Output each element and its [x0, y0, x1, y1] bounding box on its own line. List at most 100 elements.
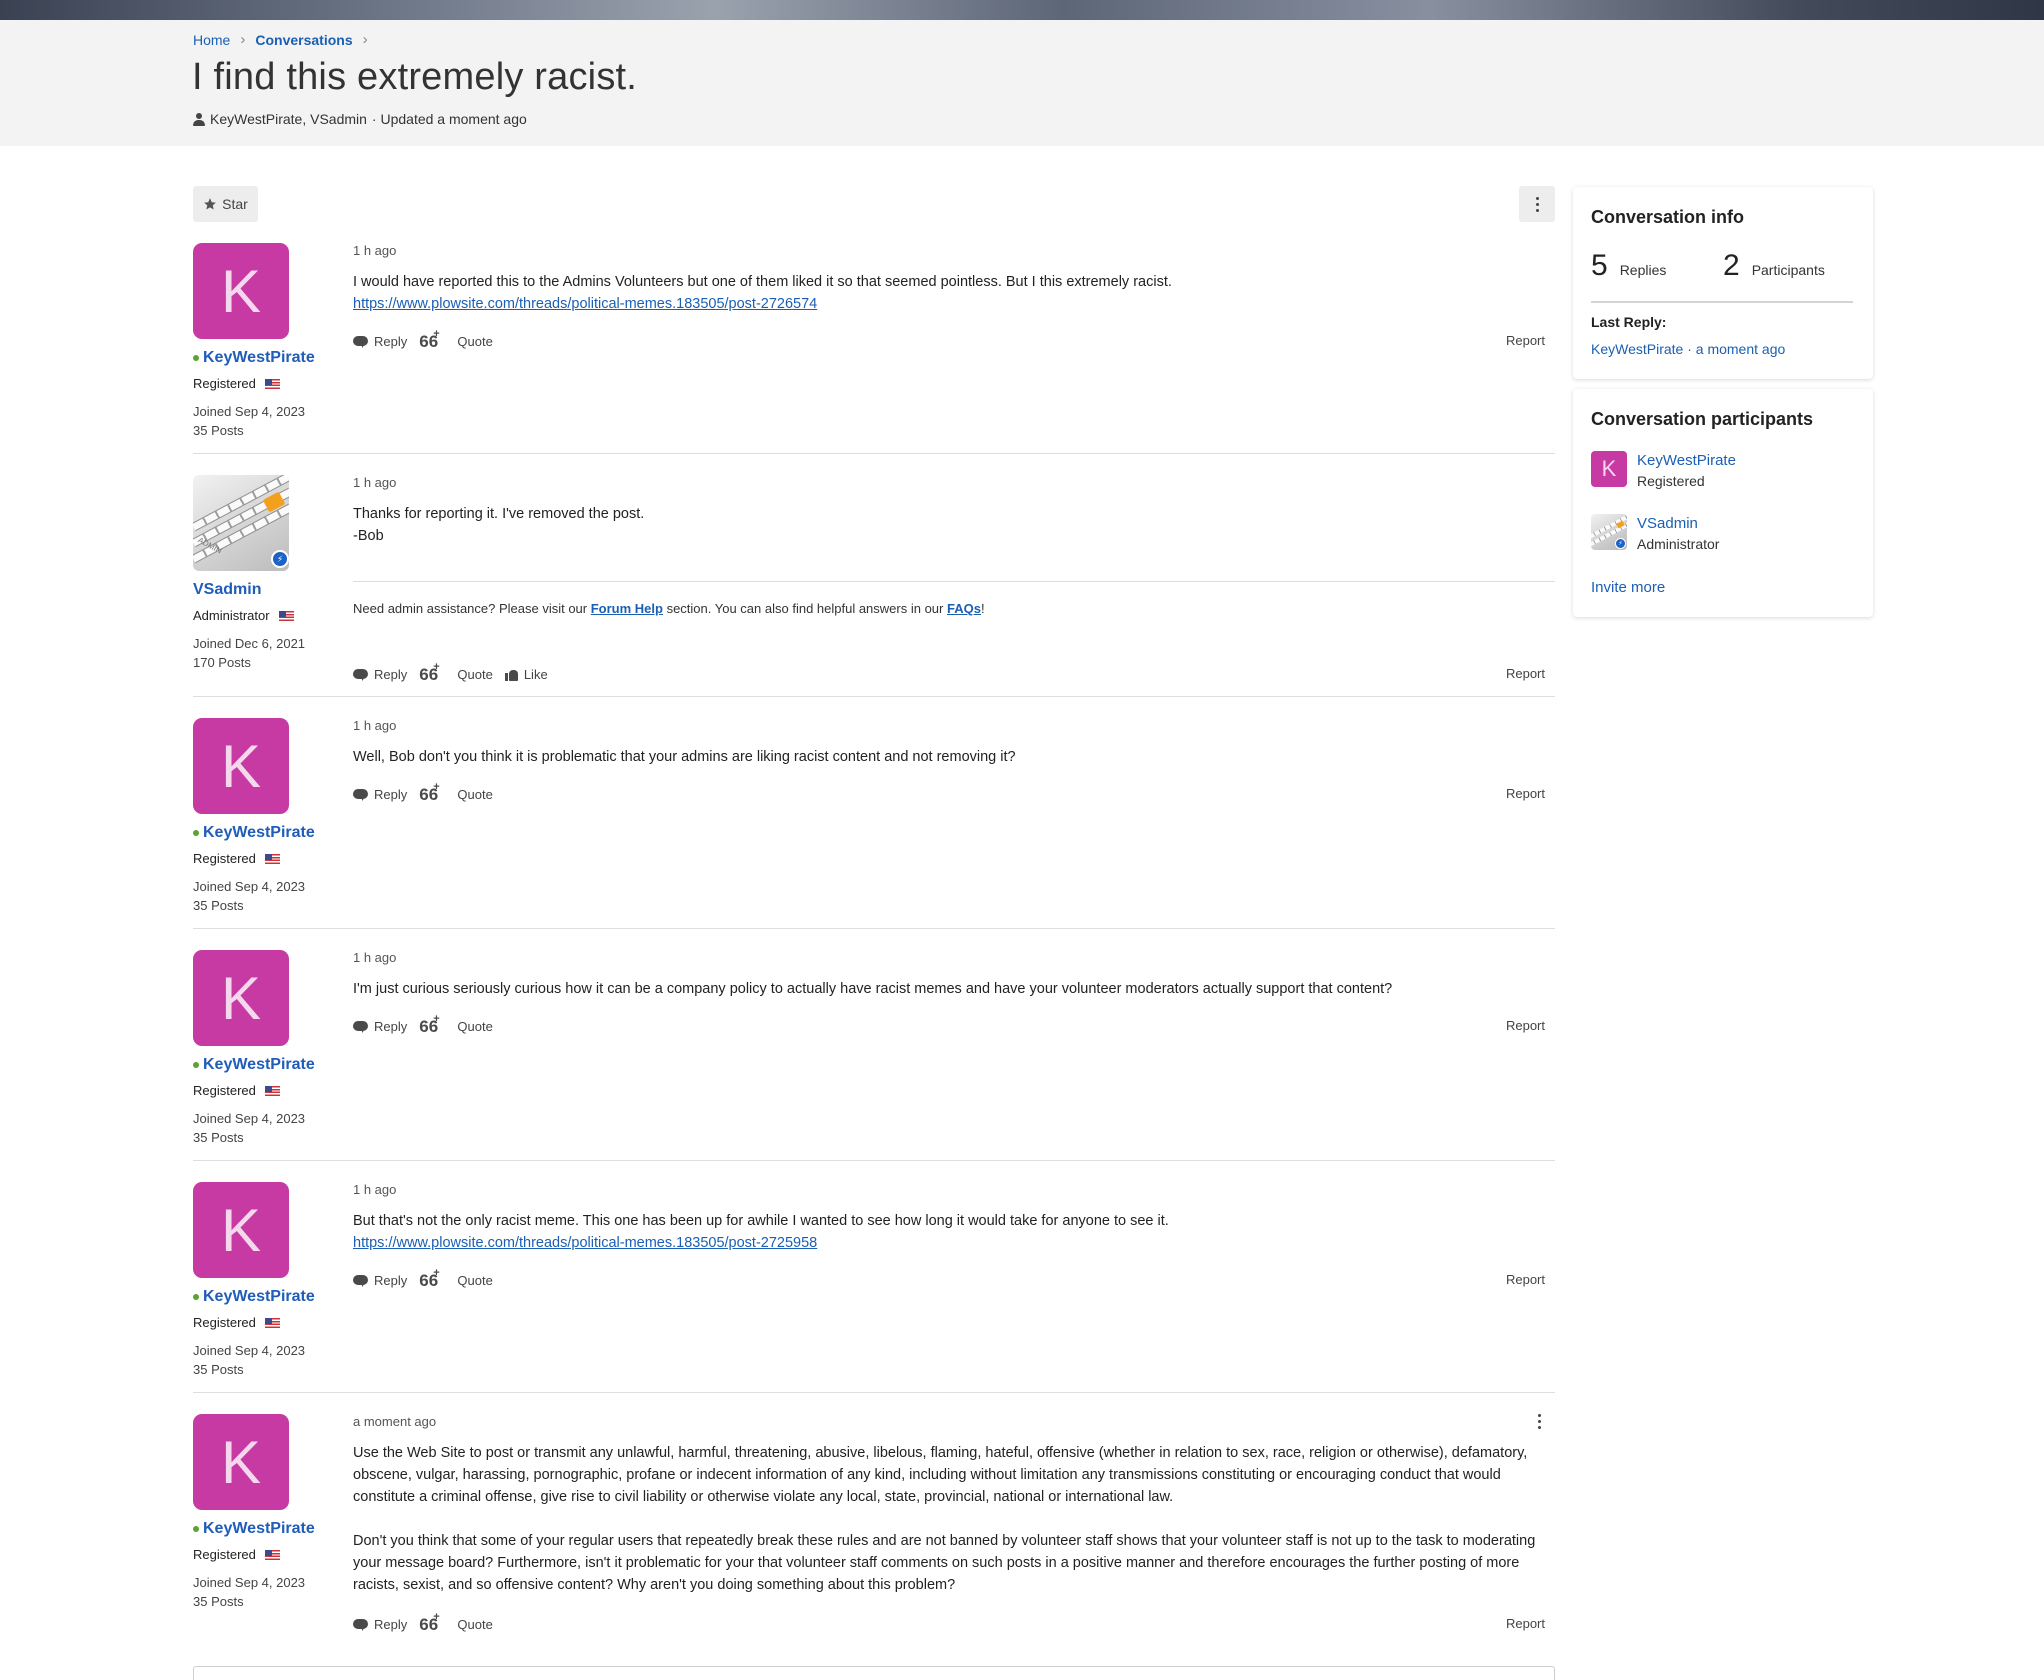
post-timestamp[interactable]: 1 h ago — [353, 950, 396, 965]
avatar[interactable]: K — [193, 1182, 289, 1278]
avatar[interactable]: K — [193, 718, 289, 814]
report-link[interactable]: Report — [1506, 1272, 1545, 1287]
reply-button[interactable]: Reply — [353, 1019, 407, 1034]
quote-button[interactable]: 66 + Quote — [419, 782, 493, 804]
author-role: Administrator — [193, 608, 294, 623]
post-text-line: -Bob — [353, 528, 384, 544]
like-button[interactable]: Like — [504, 667, 548, 682]
page-title: I find this extremely racist. — [192, 56, 638, 98]
post-options-button[interactable] — [1538, 1414, 1541, 1429]
reply-button[interactable]: Reply — [353, 667, 407, 682]
joined-date: Joined Sep 4, 2023 — [193, 879, 306, 894]
post-timestamp[interactable]: 1 h ago — [353, 243, 396, 258]
role-label: Registered — [193, 1315, 256, 1330]
breadcrumb: Home › Conversations › — [193, 31, 368, 48]
post-timestamp[interactable]: 1 h ago — [353, 1182, 396, 1197]
star-button[interactable]: Star — [193, 186, 258, 222]
avatar[interactable]: K — [193, 243, 289, 339]
replies-label: Replies — [1619, 262, 1667, 278]
role-label: Registered — [193, 1083, 256, 1098]
post-actions: Reply 66 + Quote Like — [353, 662, 548, 684]
reply-button[interactable]: Reply — [353, 334, 407, 349]
post-signature: Need admin assistance? Please visit our … — [353, 601, 985, 616]
post-2: ADMIN ⚡ VSadmin Administrator Joined Dec… — [193, 475, 1555, 697]
post-timestamp[interactable]: 1 h ago — [353, 718, 396, 733]
breadcrumb-home-link[interactable]: Home — [193, 32, 230, 48]
quote-button[interactable]: 66 + Quote — [419, 328, 493, 351]
forum-help-link[interactable]: Forum Help — [591, 601, 663, 616]
quote-icon: 66 + — [419, 328, 440, 351]
quote-button[interactable]: 66 + Quote — [419, 1268, 493, 1290]
author-name[interactable]: KeyWestPirate — [203, 1056, 315, 1074]
report-link[interactable]: Report — [1506, 1018, 1545, 1033]
author-name[interactable]: KeyWestPirate — [203, 1520, 315, 1538]
post-body: Use the Web Site to post or transmit any… — [353, 1442, 1553, 1596]
breadcrumb-conversations-link[interactable]: Conversations — [255, 32, 352, 48]
quote-button[interactable]: 66 + Quote — [419, 1014, 493, 1036]
faqs-link[interactable]: FAQs — [947, 601, 981, 616]
post-text: Well, Bob don't you think it is problema… — [353, 749, 1016, 765]
reply-button[interactable]: Reply — [353, 1273, 407, 1288]
author-name[interactable]: VSadmin — [193, 581, 261, 599]
online-indicator — [193, 1526, 199, 1532]
post-timestamp[interactable]: a moment ago — [353, 1414, 436, 1429]
post-body: Well, Bob don't you think it is problema… — [353, 746, 1553, 768]
author-name[interactable]: KeyWestPirate — [203, 824, 315, 842]
post-body: I'm just curious seriously curious how i… — [353, 978, 1553, 1000]
quote-button[interactable]: 66 + Quote — [419, 662, 493, 684]
last-reply-link[interactable]: KeyWestPirate · a moment ago — [1591, 341, 1785, 357]
report-link[interactable]: Report — [1506, 333, 1545, 348]
participant-name[interactable]: KeyWestPirate — [1637, 451, 1736, 471]
post-body: Thanks for reporting it. I've removed th… — [353, 503, 1553, 547]
participant-item[interactable]: ⚡ VSadmin Administrator — [1591, 514, 1719, 554]
post-author[interactable]: KeyWestPirate — [193, 824, 315, 842]
post-timestamp[interactable]: 1 h ago — [353, 475, 396, 490]
reply-icon — [353, 788, 368, 801]
post-link[interactable]: https://www.plowsite.com/threads/politic… — [353, 1235, 817, 1251]
reply-button[interactable]: Reply — [353, 787, 407, 802]
post-author[interactable]: VSadmin — [193, 581, 261, 599]
author-name[interactable]: KeyWestPirate — [203, 1288, 315, 1306]
post-3: K KeyWestPirate Registered Joined Sep 4,… — [193, 718, 1555, 929]
us-flag-icon — [264, 853, 280, 864]
author-name[interactable]: KeyWestPirate — [203, 349, 315, 367]
quote-button[interactable]: 66 + Quote — [419, 1612, 493, 1634]
participant-item[interactable]: K KeyWestPirate Registered — [1591, 451, 1736, 491]
avatar[interactable]: K — [193, 950, 289, 1046]
post-author[interactable]: KeyWestPirate — [193, 1056, 315, 1074]
post-author[interactable]: KeyWestPirate — [193, 1520, 315, 1538]
card-divider — [1591, 301, 1853, 303]
author-stats: Joined Sep 4, 2023 35 Posts — [193, 1341, 305, 1379]
online-indicator — [193, 1294, 199, 1300]
us-flag-icon — [264, 1317, 280, 1328]
conversation-options-button[interactable] — [1519, 186, 1555, 222]
reply-editor-box[interactable] — [193, 1666, 1555, 1680]
online-indicator — [193, 1062, 199, 1068]
post-author[interactable]: KeyWestPirate — [193, 1288, 315, 1306]
post-text: But that's not the only racist meme. Thi… — [353, 1213, 1169, 1229]
post-count: 35 Posts — [193, 1130, 244, 1145]
reply-label: Reply — [374, 1617, 408, 1632]
reply-label: Reply — [374, 787, 408, 802]
role-label: Administrator — [193, 608, 270, 623]
joined-date: Joined Sep 4, 2023 — [193, 1575, 306, 1590]
reply-button[interactable]: Reply — [353, 1617, 407, 1632]
participant-avatar[interactable]: K — [1591, 451, 1627, 487]
post-author[interactable]: KeyWestPirate — [193, 349, 315, 367]
avatar[interactable]: K — [193, 1414, 289, 1510]
post-link[interactable]: https://www.plowsite.com/threads/politic… — [353, 296, 817, 312]
user-icon — [193, 112, 205, 126]
participant-role: Administrator — [1637, 536, 1720, 552]
post-body: But that's not the only racist meme. Thi… — [353, 1210, 1553, 1254]
invite-more-link[interactable]: Invite more — [1591, 579, 1665, 596]
us-flag-icon — [278, 610, 294, 621]
breadcrumb-separator: › — [240, 31, 246, 48]
participant-name[interactable]: VSadmin — [1637, 514, 1719, 534]
signature-text: section. You can also find helpful answe… — [662, 601, 947, 616]
report-link[interactable]: Report — [1506, 786, 1545, 801]
participant-avatar[interactable]: ⚡ — [1591, 514, 1627, 550]
replies-count: 5 — [1591, 249, 1608, 282]
report-link[interactable]: Report — [1506, 1616, 1545, 1631]
report-link[interactable]: Report — [1506, 666, 1545, 681]
quote-label: Quote — [457, 787, 493, 802]
